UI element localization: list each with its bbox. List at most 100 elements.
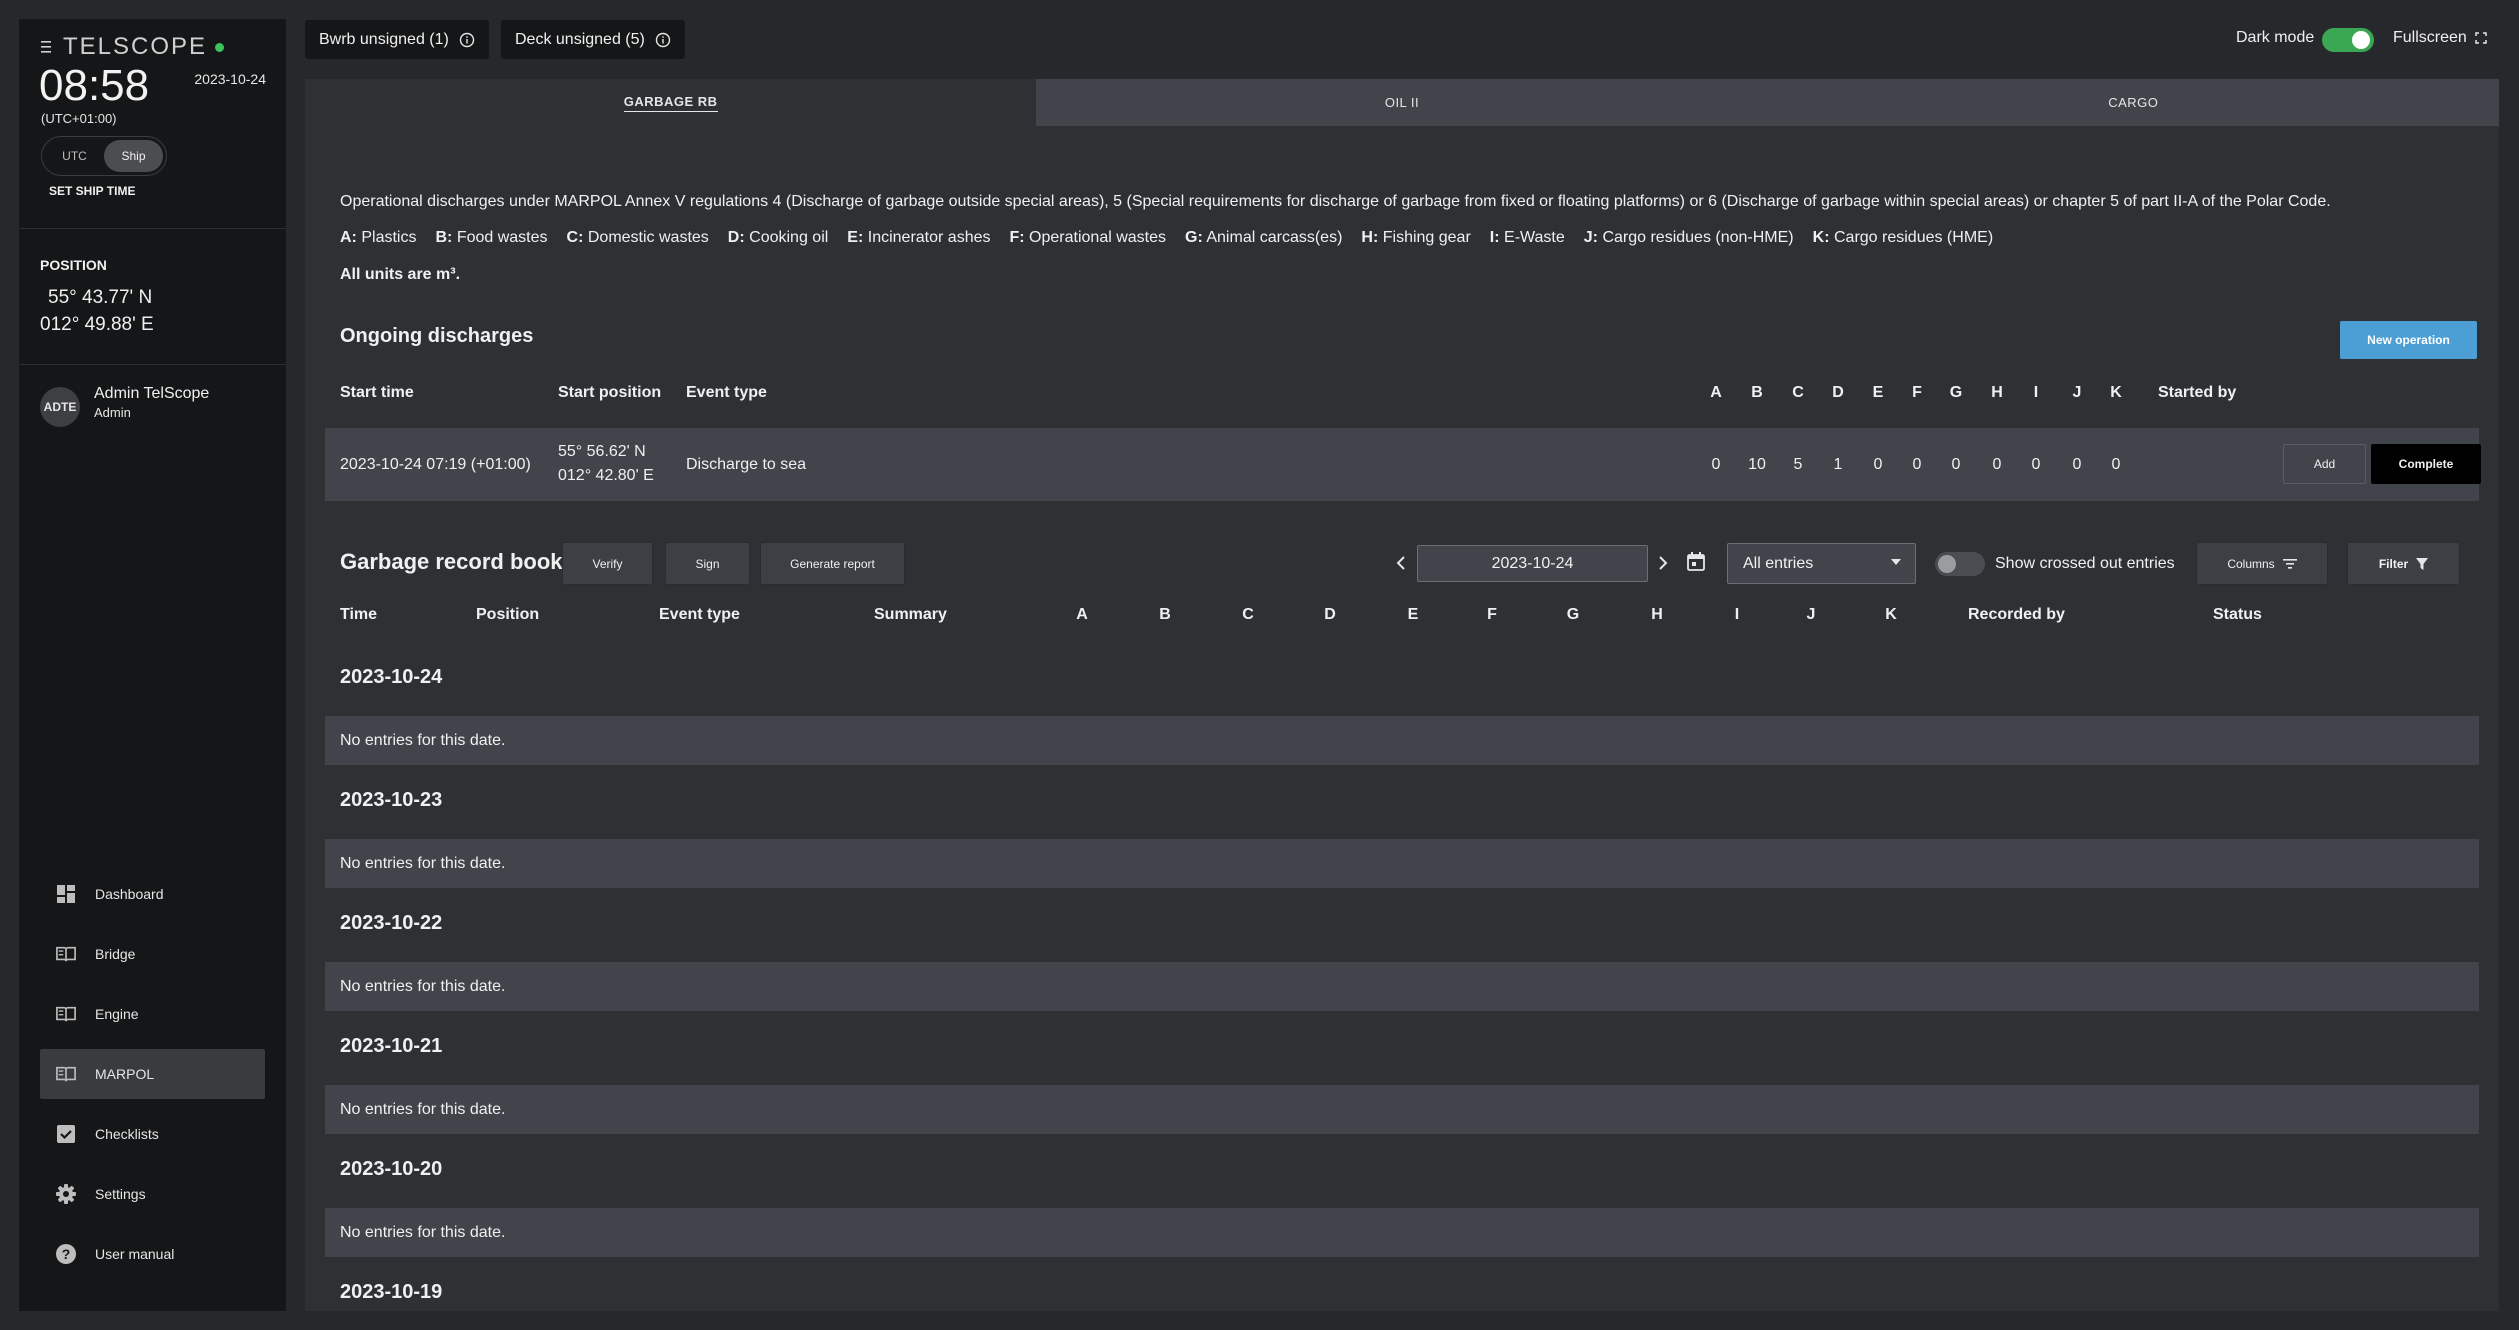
filter-button[interactable]: Filter (2347, 542, 2460, 585)
column-header: I (1734, 606, 1740, 623)
category-item: J: Cargo residues (non-HME) (1583, 229, 1794, 246)
bwrb-unsigned-button[interactable]: Bwrb unsigned (1) (305, 20, 489, 59)
category-item: H: Fishing gear (1361, 229, 1471, 246)
category-item: G: Animal carcass(es) (1185, 229, 1343, 246)
category-item: A: Plastics (340, 229, 417, 246)
empty-state: No entries for this date. (325, 839, 2479, 888)
deck-unsigned-label: Deck unsigned (5) (515, 30, 645, 48)
sidebar-item-checklists[interactable]: Checklists (40, 1109, 265, 1159)
value-b: 10 (1748, 456, 1766, 473)
avatar[interactable]: ADTE (40, 387, 80, 427)
column-header: F (1912, 384, 1922, 401)
tab-cargo[interactable]: CARGO (1767, 79, 2499, 126)
sidebar-item-label: User manual (95, 1246, 175, 1262)
section-date: 2023-10-23 (340, 789, 443, 811)
date-input[interactable]: 2023-10-24 (1417, 545, 1648, 582)
start-longitude: 012° 42.80' E (558, 467, 654, 484)
start-time: 2023-10-24 07:19 (+01:00) (340, 456, 531, 473)
tab-oil-ii[interactable]: OIL II (1036, 79, 1768, 126)
column-header: B (1159, 606, 1171, 623)
ongoing-discharge-row[interactable]: 2023-10-24 07:19 (+01:00) 55° 56.62' N 0… (325, 428, 2481, 501)
column-header: H (1991, 384, 2003, 401)
value-c: 5 (1793, 456, 1803, 473)
help-icon: ? (56, 1244, 76, 1264)
sidebar-item-dashboard[interactable]: Dashboard (40, 869, 265, 919)
sidebar-item-marpol[interactable]: MARPOL (40, 1049, 265, 1099)
time-mode-toggle[interactable]: UTC Ship (41, 136, 167, 176)
column-header: D (1324, 606, 1336, 623)
deck-unsigned-button[interactable]: Deck unsigned (5) (501, 20, 685, 59)
column-header: E (1407, 606, 1419, 623)
column-header: E (1872, 384, 1884, 401)
chevron-down-icon (1891, 559, 1901, 565)
dark-mode-toggle[interactable] (2322, 28, 2374, 52)
column-header: J (1806, 606, 1816, 623)
value-g: 0 (1951, 456, 1961, 473)
sidebar-item-bridge[interactable]: Bridge (40, 929, 265, 979)
units-note: All units are m³. (340, 266, 461, 283)
info-icon (655, 32, 671, 48)
sidebar-item-settings[interactable]: Settings (40, 1169, 265, 1219)
section-date: 2023-10-24 (340, 666, 443, 688)
add-button[interactable]: Add (2283, 444, 2366, 484)
position-title: POSITION (40, 257, 107, 273)
column-header: C (1242, 606, 1254, 623)
column-header: A (1710, 384, 1722, 401)
ship-option[interactable]: Ship (104, 140, 163, 172)
connection-status-dot (215, 42, 225, 52)
utc-option[interactable]: UTC (45, 140, 104, 172)
position-longitude: 012° 49.88' E (40, 314, 154, 335)
calendar-icon[interactable] (1687, 552, 1705, 571)
verify-button[interactable]: Verify (562, 542, 653, 585)
sort-lines-icon (2282, 558, 2297, 569)
column-header: D (1832, 384, 1844, 401)
complete-button[interactable]: Complete (2371, 444, 2481, 484)
fullscreen-button[interactable]: Fullscreen (2393, 29, 2487, 47)
generate-report-button[interactable]: Generate report (760, 542, 905, 585)
category-item: I: E-Waste (1489, 229, 1565, 246)
column-header: Event type (659, 606, 740, 623)
value-k: 0 (2111, 456, 2121, 473)
show-crossed-toggle[interactable] (1935, 552, 1985, 576)
fullscreen-label: Fullscreen (2393, 29, 2467, 46)
column-header: Summary (874, 606, 947, 623)
info-icon (459, 32, 475, 48)
menu-icon[interactable] (41, 39, 55, 55)
column-header: A (1076, 606, 1088, 623)
sign-button[interactable]: Sign (665, 542, 750, 585)
column-header: Event type (686, 384, 767, 401)
timezone-offset: (UTC+01:00) (41, 111, 117, 126)
empty-state: No entries for this date. (325, 962, 2479, 1011)
sidebar-item-label: MARPOL (95, 1066, 155, 1082)
empty-state: No entries for this date. (325, 1085, 2479, 1134)
dashboard-icon (56, 884, 76, 904)
current-date: 2023-10-24 (194, 71, 266, 87)
tab-label: OIL II (1384, 95, 1420, 110)
section-date: 2023-10-22 (340, 912, 443, 934)
new-operation-button[interactable]: New operation (2340, 321, 2477, 359)
tab-bar: GARBAGE RB OIL II CARGO (305, 79, 2499, 126)
column-header: I (2033, 384, 2039, 401)
entries-select[interactable]: All entries (1727, 543, 1916, 584)
category-item: E: Incinerator ashes (847, 229, 991, 246)
divider (19, 364, 286, 365)
tab-garbage-rb[interactable]: GARBAGE RB (305, 79, 1037, 126)
previous-date-icon[interactable] (1395, 555, 1407, 571)
sidebar-item-label: Dashboard (95, 886, 164, 902)
value-d: 1 (1833, 456, 1843, 473)
start-latitude: 55° 56.62' N (558, 443, 646, 460)
book-icon (56, 1064, 76, 1084)
value-i: 0 (2031, 456, 2041, 473)
checkbox-icon (56, 1124, 76, 1144)
description: Operational discharges under MARPOL Anne… (340, 193, 2331, 210)
book-icon (56, 944, 76, 964)
sidebar-item-engine[interactable]: Engine (40, 989, 265, 1039)
columns-button[interactable]: Columns (2196, 542, 2328, 585)
columns-label: Columns (2227, 556, 2275, 571)
set-ship-time-button[interactable]: SET SHIP TIME (49, 184, 135, 198)
section-date: 2023-10-20 (340, 1158, 443, 1180)
next-date-icon[interactable] (1657, 555, 1669, 571)
sidebar-item-user-manual[interactable]: ? User manual (40, 1229, 265, 1279)
column-header: K (1885, 606, 1897, 623)
column-header: F (1487, 606, 1497, 623)
